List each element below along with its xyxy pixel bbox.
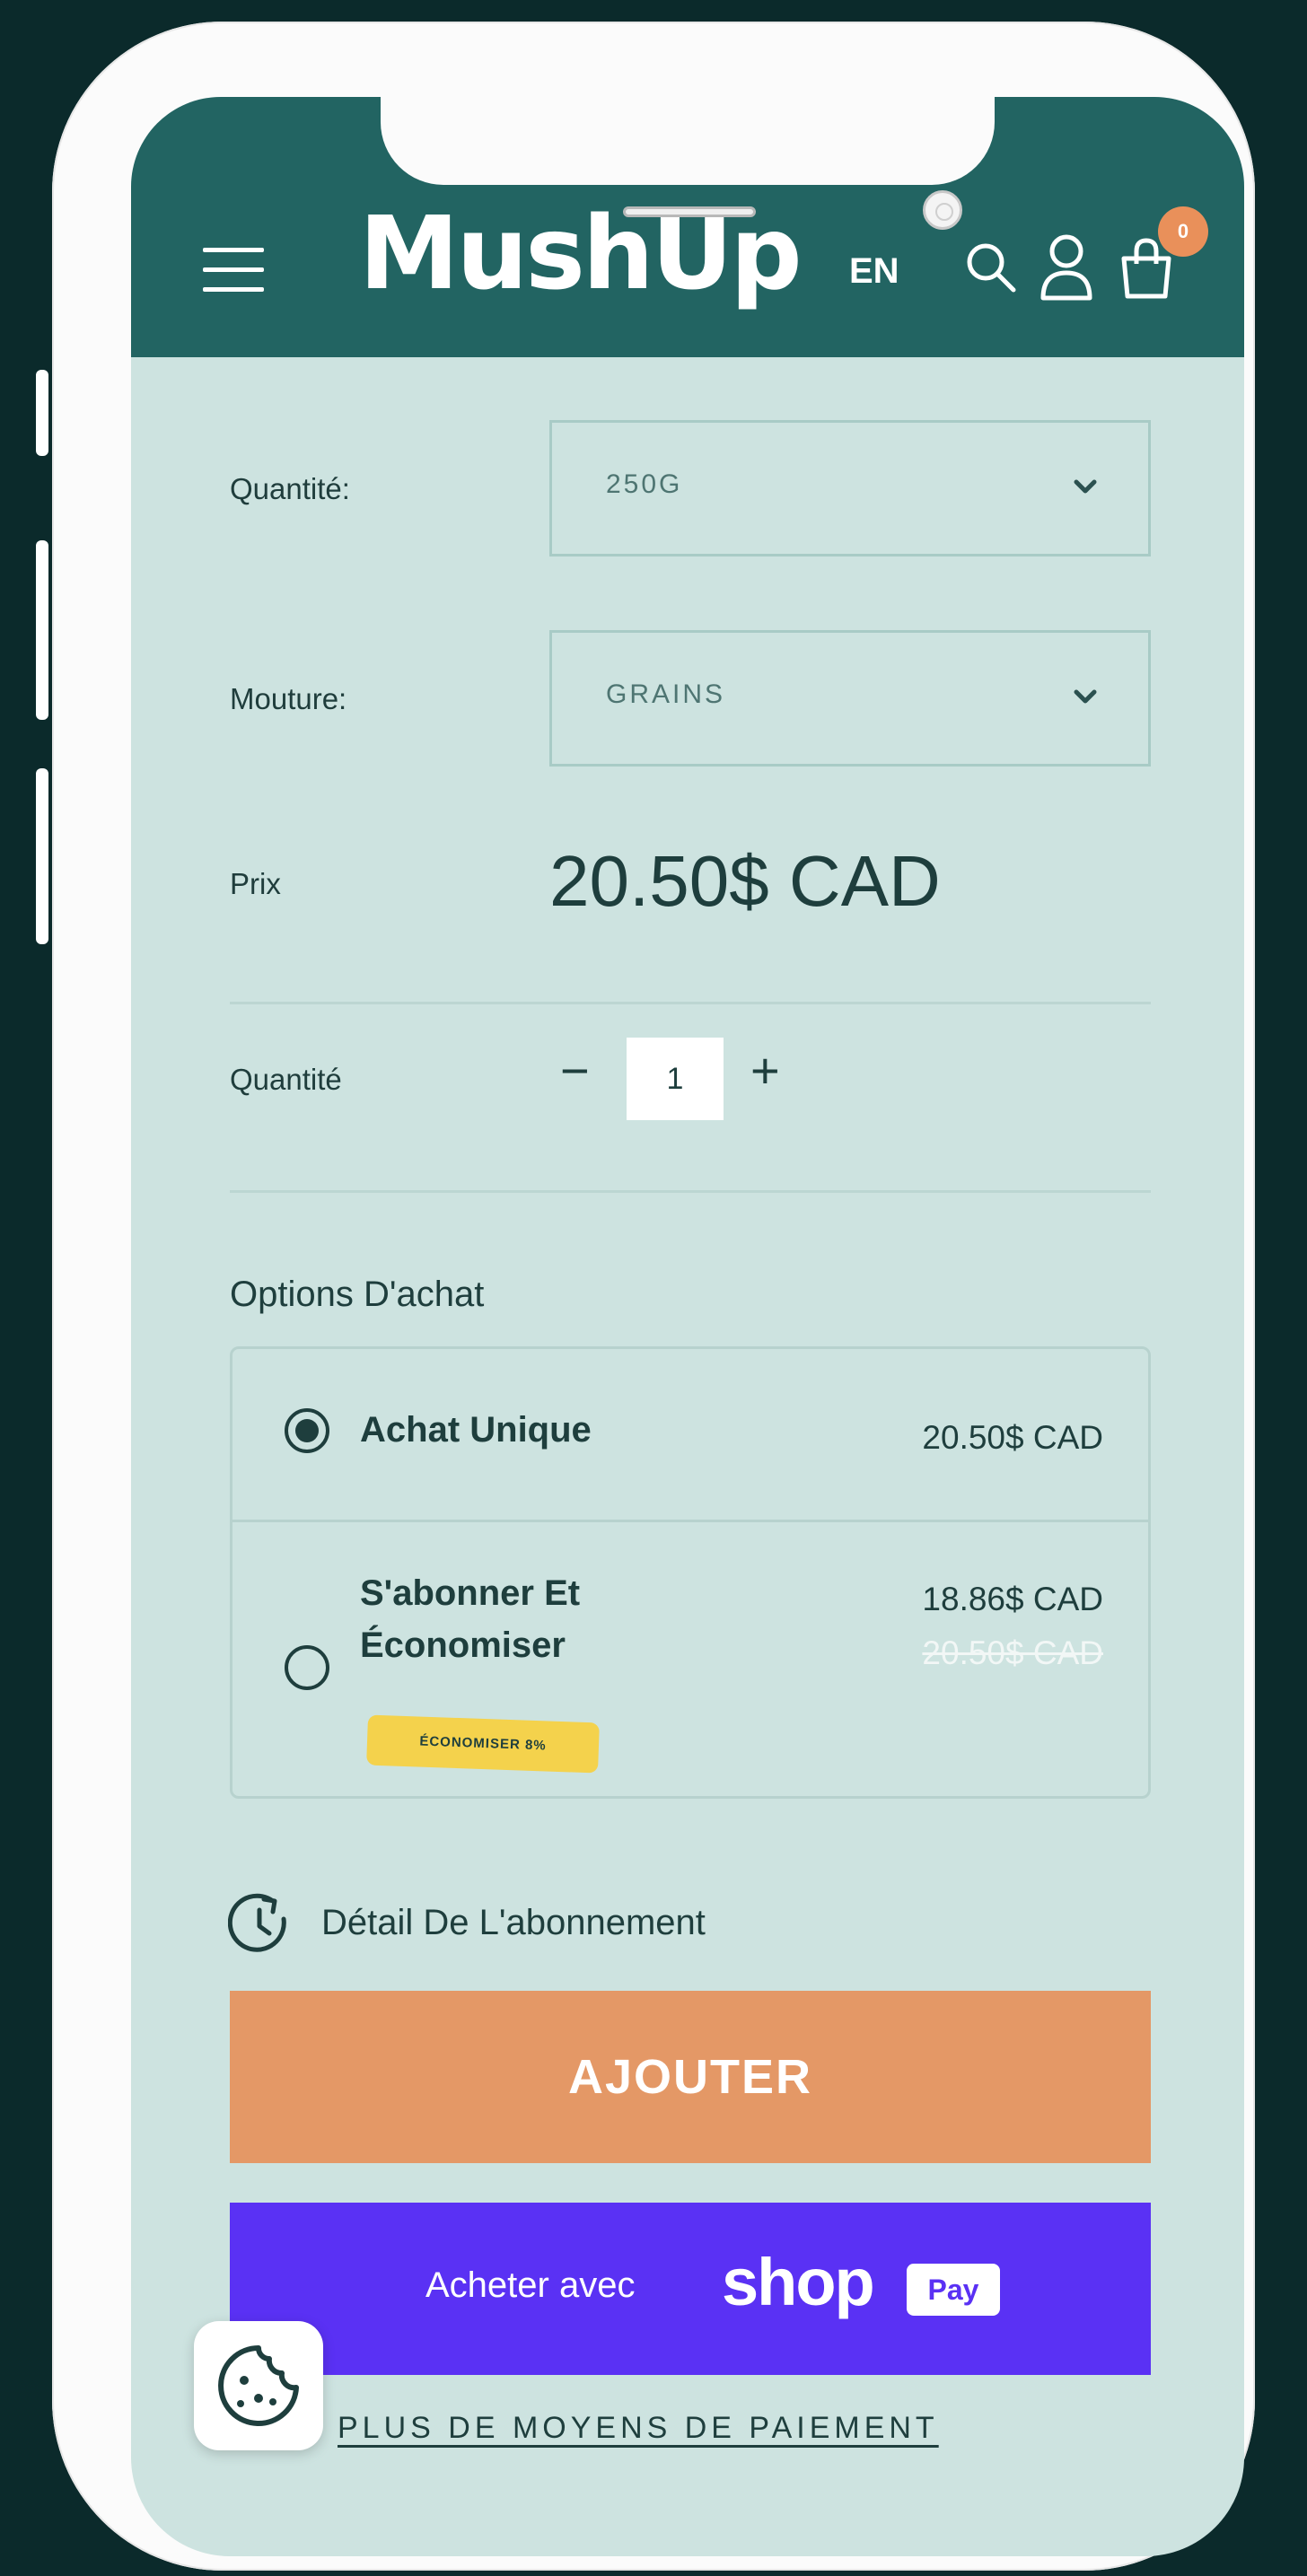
one-time-radio[interactable] [285,1408,329,1453]
shop-pay-prefix: Acheter avec [425,2265,636,2305]
phone-camera [923,190,962,230]
phone-notch [381,97,995,185]
quantity-variant-value: 250G [606,469,683,499]
quantity-input[interactable]: 1 [627,1038,724,1120]
purchase-options-title: Options D'achat [230,1275,485,1314]
history-icon [227,1893,286,1952]
chevron-down-icon [1074,689,1097,704]
subscribe-label-line1[interactable]: S'abonner Et [360,1573,580,1614]
search-icon[interactable] [964,241,1018,299]
quantity-variant-select[interactable]: 250G [549,420,1151,556]
subscribe-original-price: 20.50$ CAD [922,1634,1103,1671]
one-time-label[interactable]: Achat Unique [360,1410,592,1450]
option-separator [232,1520,1148,1522]
cookie-settings-button[interactable] [194,2321,323,2450]
grind-value: GRAINS [606,679,726,709]
price-value: 20.50$ CAD [549,841,941,921]
phone-speaker [623,206,756,217]
phone-screen: MushUp EN 0 Quantité: 250G Mouture: GRAI… [131,97,1244,2556]
subscribe-label-line2[interactable]: Économiser [360,1625,566,1666]
phone-side-button-volume-down [36,768,48,944]
add-to-cart-button[interactable]: AJOUTER [230,1991,1151,2163]
divider [230,1002,1151,1004]
quantity-label: Quantité [230,1063,342,1096]
grind-select[interactable]: GRAINS [549,630,1151,767]
account-icon[interactable] [1039,233,1093,306]
subscribe-radio[interactable] [285,1645,329,1690]
language-switch[interactable]: EN [849,251,899,292]
cookie-icon [218,2345,299,2426]
shop-pay-button[interactable]: Acheter avec shop Pay [230,2203,1151,2375]
divider [230,1190,1151,1193]
cart-count-badge: 0 [1158,206,1208,257]
savings-badge: ÉCONOMISER 8% [366,1714,600,1774]
quantity-decrease-button[interactable]: − [560,1041,590,1100]
shop-pay-logo: shop [722,2245,875,2319]
purchase-options-box: Achat Unique 20.50$ CAD S'abonner Et Éco… [230,1346,1151,1799]
grind-label: Mouture: [230,682,347,715]
subscription-detail-label: Détail De L'abonnement [321,1903,706,1942]
subscribe-price: 18.86$ CAD [922,1581,1103,1617]
chevron-down-icon [1074,479,1097,494]
more-payment-options-link[interactable]: PLUS DE MOYENS DE PAIEMENT [338,2411,939,2446]
shop-pay-tag: Pay [907,2264,1000,2316]
subscription-detail-link[interactable]: Détail De L'abonnement [227,1892,706,1955]
menu-icon[interactable] [203,248,264,293]
quantity-increase-button[interactable]: + [750,1041,780,1100]
price-label: Prix [230,867,281,900]
phone-side-button-mute [36,370,48,456]
one-time-price: 20.50$ CAD [922,1419,1103,1456]
quantity-variant-label: Quantité: [230,472,350,505]
phone-side-button-volume-up [36,540,48,720]
